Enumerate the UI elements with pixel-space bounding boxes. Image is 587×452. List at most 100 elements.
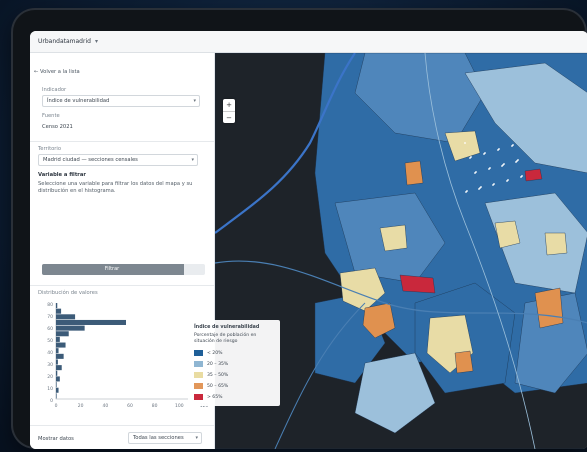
territory-select[interactable]: Madrid ciudad — secciones censales ▾	[38, 154, 198, 166]
indicator-label: Indicador	[42, 87, 67, 93]
city-point	[464, 142, 466, 144]
histogram-bar	[56, 370, 58, 376]
legend-label: 35 – 50%	[207, 372, 229, 378]
city-point	[503, 163, 505, 165]
district-region-cream[interactable]	[379, 224, 408, 252]
district-region-cream[interactable]	[544, 232, 568, 256]
histogram-y-tick: 70	[47, 314, 53, 320]
histogram-bar	[56, 308, 62, 314]
histogram-bar	[56, 348, 59, 354]
histogram-y-tick: 80	[47, 302, 53, 308]
tablet-frame: Urbandatamadrid ▾ ← Volver a la lista In…	[13, 10, 587, 449]
histogram-y-tick: 0	[50, 398, 53, 404]
app-header: Urbandatamadrid ▾	[30, 31, 587, 53]
histogram-chart: 807060504030201000 20 40 60 80 100 120	[47, 302, 208, 409]
city-point	[475, 171, 477, 173]
bottom-label: Mostrar datos	[38, 436, 74, 442]
back-link[interactable]: ← Volver a la lista	[34, 69, 80, 75]
histogram-bar	[56, 314, 76, 320]
histogram-bar	[56, 303, 58, 309]
district-region-red[interactable]	[399, 274, 436, 294]
territory-label: Territorio	[38, 146, 62, 152]
legend-swatch	[194, 383, 203, 389]
histogram-y-tick: 30	[47, 362, 53, 368]
filter-button[interactable]: Filtrar	[42, 264, 205, 275]
histogram-y-tick: 10	[47, 386, 53, 392]
district-region-orange[interactable]	[454, 350, 474, 374]
indicator-select-value: Índice de vulnerabilidad	[47, 98, 110, 104]
chevron-down-icon[interactable]: ▾	[95, 38, 98, 45]
histogram-bar	[56, 359, 58, 365]
city-point	[507, 179, 509, 181]
histogram-x-tick: 40	[102, 403, 108, 409]
divider	[30, 141, 214, 142]
legend-label: 50 – 65%	[207, 383, 229, 389]
map-legend: Índice de vulnerabilidad Porcentaje de p…	[188, 320, 280, 406]
city-point	[466, 190, 468, 192]
histogram-bar	[56, 393, 57, 399]
histogram-bar	[56, 342, 66, 348]
city-point	[489, 167, 491, 169]
legend-title: Índice de vulnerabilidad	[194, 325, 260, 330]
histogram-x-tick: 60	[127, 403, 133, 409]
zoom-in-button[interactable]: +	[223, 99, 235, 111]
zoom-out-button[interactable]: −	[223, 111, 235, 124]
legend-label: 20 – 35%	[207, 361, 229, 367]
histogram-bar	[56, 319, 126, 325]
rows-select[interactable]: Todas las secciones ▾	[128, 432, 202, 444]
city-point	[493, 183, 495, 185]
city-point	[521, 175, 523, 177]
city-point	[517, 159, 519, 161]
histogram-bar	[56, 325, 85, 331]
rows-select-value: Todas las secciones	[133, 435, 184, 441]
indicator-select[interactable]: Índice de vulnerabilidad ▾	[42, 95, 200, 107]
legend-label: < 20%	[207, 350, 223, 356]
legend-item: < 20%	[194, 350, 223, 356]
legend-swatch	[194, 372, 203, 378]
legend-item: 35 – 50%	[194, 372, 228, 378]
city-point	[512, 144, 514, 146]
city-point	[498, 148, 500, 150]
legend-swatch	[194, 394, 203, 400]
source-label: Fuente	[42, 113, 60, 119]
chevron-down-icon: ▾	[191, 157, 194, 163]
legend-label: > 65%	[207, 394, 223, 400]
territory-select-value: Madrid ciudad — secciones censales	[43, 157, 138, 163]
histogram-bar	[56, 382, 57, 388]
histogram-axes	[55, 303, 204, 400]
histogram-bar	[56, 353, 64, 359]
screen: Urbandatamadrid ▾ ← Volver a la lista In…	[30, 31, 587, 449]
histogram-bar	[56, 376, 60, 382]
histogram-bar	[56, 387, 59, 393]
district-region-orange[interactable]	[404, 160, 424, 186]
legend-item: 50 – 65%	[194, 383, 228, 389]
histogram-x-tick: 0	[55, 403, 58, 409]
district-region-orange[interactable]	[534, 287, 564, 329]
city-point	[480, 186, 482, 188]
histogram-title: Distribución de valores	[38, 290, 98, 296]
legend-swatch	[194, 361, 203, 367]
histogram-bar	[56, 336, 60, 342]
city-point	[470, 156, 472, 158]
histogram-x-tick: 100	[175, 403, 184, 409]
divider	[30, 285, 214, 286]
zoom-control: + −	[223, 99, 235, 123]
chevron-down-icon: ▾	[193, 98, 196, 104]
legend-swatch	[194, 350, 203, 356]
filter-button-label: Filtrar	[104, 266, 120, 272]
city-point	[484, 152, 486, 154]
app-title[interactable]: Urbandatamadrid	[38, 38, 91, 45]
histogram-bar	[56, 331, 69, 337]
histogram-y-tick: 20	[47, 374, 53, 380]
histogram-y-tick: 50	[47, 338, 53, 344]
chevron-down-icon: ▾	[195, 435, 198, 441]
divider	[30, 425, 214, 426]
legend-item: 20 – 35%	[194, 361, 228, 367]
source-value: Censo 2021	[42, 124, 73, 130]
legend-subtitle: Porcentaje de población en situación de …	[194, 333, 257, 344]
legend-item: > 65%	[194, 394, 223, 400]
histogram-x-tick: 20	[78, 403, 84, 409]
variable-title: Variable a filtrar	[38, 172, 86, 178]
histogram-bar	[56, 365, 62, 371]
district-region-red[interactable]	[524, 168, 543, 182]
